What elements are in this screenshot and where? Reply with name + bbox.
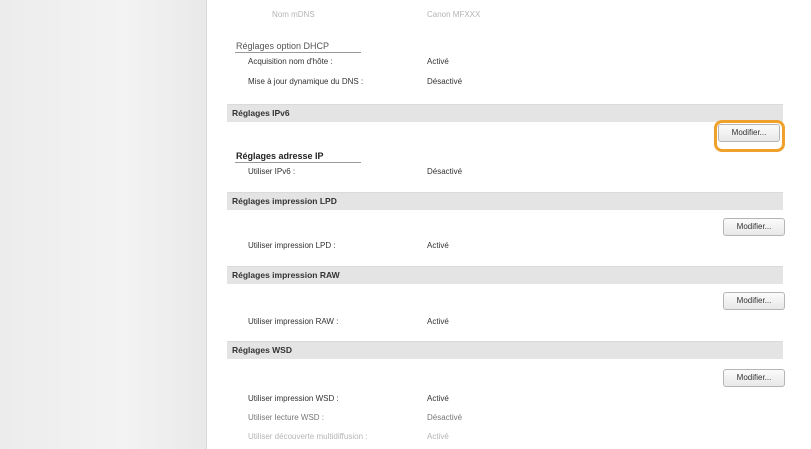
mdns-value: Canon MFXXX [427, 10, 481, 19]
dhcp-dns-update-label: Mise à jour dynamique du DNS : [248, 77, 364, 86]
ip-address-title-underline [235, 162, 361, 163]
ipv6-modify-button[interactable]: Modifier... [718, 124, 780, 142]
dhcp-hostname-value: Activé [427, 57, 449, 66]
use-wsd-print-value: Activé [427, 394, 449, 403]
section-raw-title: Réglages impression RAW [232, 270, 340, 280]
mdns-label: Nom mDNS [272, 10, 315, 19]
raw-modify-button[interactable]: Modifier... [723, 292, 785, 310]
dhcp-hostname-label: Acquisition nom d'hôte : [248, 57, 333, 66]
use-raw-label: Utiliser impression RAW : [248, 317, 339, 326]
section-wsd-title: Réglages WSD [232, 345, 292, 355]
dhcp-options-title: Réglages option DHCP [236, 41, 330, 51]
use-ipv6-label: Utiliser IPv6 : [248, 167, 296, 176]
sidebar [0, 0, 207, 449]
use-multicast-discovery-value: Activé [427, 432, 449, 441]
use-wsd-print-label: Utiliser impression WSD : [248, 394, 339, 403]
use-ipv6-value: Désactivé [427, 167, 463, 176]
section-raw: Réglages impression RAW [227, 266, 783, 284]
section-wsd: Réglages WSD [227, 341, 783, 359]
use-raw-value: Activé [427, 317, 449, 326]
dhcp-title-underline [235, 52, 361, 53]
use-wsd-scan-value: Désactivé [427, 413, 463, 422]
ip-address-settings-title: Réglages adresse IP [236, 151, 324, 161]
use-multicast-discovery-label: Utiliser découverte multidiffusion : [248, 432, 368, 441]
lpd-modify-button[interactable]: Modifier... [723, 218, 785, 236]
section-ipv6: Réglages IPv6 [227, 104, 783, 122]
wsd-modify-button[interactable]: Modifier... [723, 369, 785, 387]
use-lpd-value: Activé [427, 241, 449, 250]
use-lpd-label: Utiliser impression LPD : [248, 241, 336, 250]
section-lpd-title: Réglages impression LPD [232, 196, 337, 206]
use-wsd-scan-label: Utiliser lecture WSD : [248, 413, 325, 422]
section-lpd: Réglages impression LPD [227, 192, 783, 210]
section-ipv6-title: Réglages IPv6 [232, 108, 290, 118]
settings-panel: Nom mDNS Canon MFXXX Réglages option DHC… [227, 0, 811, 449]
dhcp-dns-update-value: Désactivé [427, 77, 463, 86]
